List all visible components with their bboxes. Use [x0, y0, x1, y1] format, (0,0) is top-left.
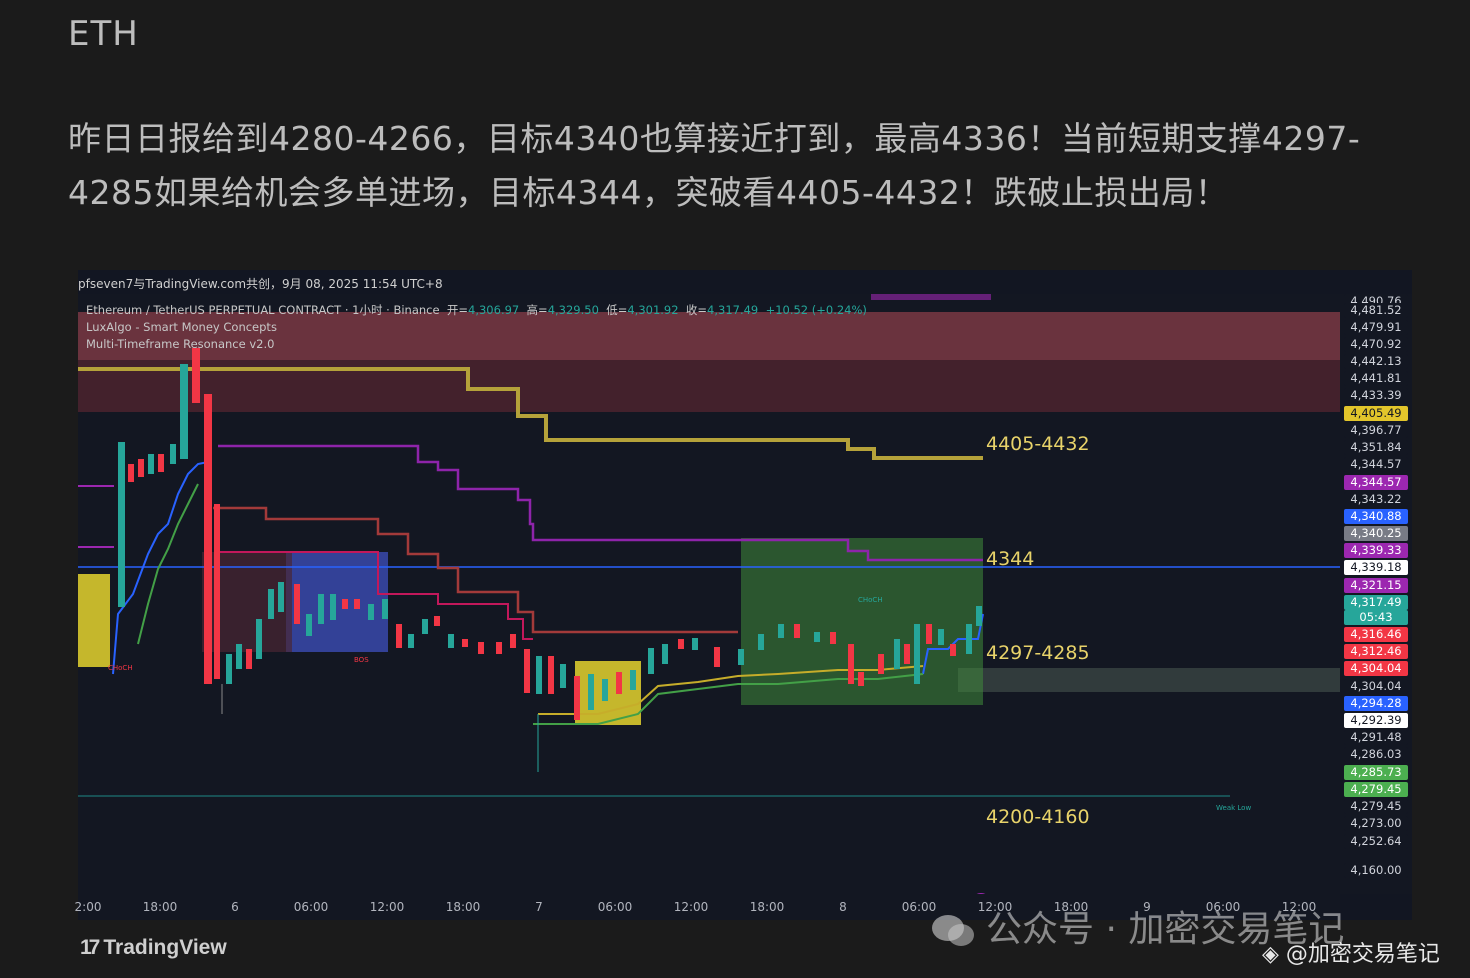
time-label: 18:00	[445, 900, 481, 914]
time-label: 12:00	[369, 900, 405, 914]
price-label: 4,396.77	[1344, 423, 1408, 438]
price-label: 4,405.49	[1344, 406, 1408, 421]
price-label: 4,442.13	[1344, 354, 1408, 369]
tradingview-logo-icon: 17	[80, 936, 100, 959]
price-label: 4,321.15	[1344, 578, 1408, 593]
annotation-lower: 4200-4160	[986, 806, 1090, 828]
time-label: 18:00	[749, 900, 785, 914]
time-label: 12:00	[673, 900, 709, 914]
legend-close: 4,317.49	[707, 303, 759, 317]
price-label: 4,291.48	[1344, 730, 1408, 745]
price-label: 4,344.57	[1344, 475, 1408, 490]
time-label: 06:00	[597, 900, 633, 914]
price-label: 4,433.39	[1344, 388, 1408, 403]
chart-plot-area[interactable]: Ethereum / TetherUS PERPETUAL CONTRACT ·…	[78, 294, 1340, 894]
price-label: 4,340.88	[1344, 509, 1408, 524]
article-body: 昨日日报给到4280-4266，目标4340也算接近打到，最高4336！当前短期…	[68, 119, 1361, 212]
price-label: 4,252.64	[1344, 834, 1408, 849]
wechat-icon	[932, 915, 974, 946]
legend-indicator-smc[interactable]: LuxAlgo - Smart Money Concepts	[86, 319, 867, 336]
price-label: 4,279.45	[1344, 799, 1408, 814]
legend-change: +10.52 (+0.24%)	[765, 303, 867, 317]
price-label: 4,479.91	[1344, 320, 1408, 335]
price-label: 4,470.92	[1344, 337, 1408, 352]
label-choch-left: CHoCH	[108, 664, 133, 672]
annotation-resistance: 4405-4432	[986, 433, 1090, 455]
price-label: 4,279.45	[1344, 782, 1408, 797]
time-label: 6	[231, 900, 239, 914]
price-label: 4,481.52	[1344, 303, 1408, 318]
time-label: 18:00	[142, 900, 178, 914]
time-label: 7	[535, 900, 543, 914]
annotation-support: 4297-4285	[986, 642, 1090, 664]
price-label: 4,294.28	[1344, 696, 1408, 711]
price-label: 4,285.73	[1344, 765, 1408, 780]
time-label: 8	[839, 900, 847, 914]
legend-high: 4,329.50	[547, 303, 599, 317]
legend-low-label: 低=	[606, 303, 628, 317]
label-choch-right: CHoCH	[858, 596, 883, 604]
tradingview-logo: 17 TradingView	[80, 936, 227, 960]
price-label: 4,160.00	[1344, 863, 1408, 878]
time-label: 06:00	[293, 900, 329, 914]
price-scale[interactable]: 4,490.76 4,481.52 4,479.91 4,470.92 4,442.13…	[1340, 294, 1412, 894]
price-label: 4,441.81	[1344, 371, 1408, 386]
price-label: 4,316.46	[1344, 627, 1408, 642]
price-label: 4,339.18	[1344, 560, 1408, 575]
chart-legend: Ethereum / TetherUS PERPETUAL CONTRACT ·…	[86, 302, 867, 353]
footer-credit-text: @加密交易笔记	[1285, 942, 1440, 967]
tradingview-logo-text: TradingView	[103, 936, 227, 959]
article-title: ETH	[68, 14, 139, 54]
price-label: 4,340.25	[1344, 526, 1408, 541]
price-label: 4,317.49	[1344, 595, 1408, 610]
price-label: 4,344.57	[1344, 457, 1408, 472]
price-label: 4,339.33	[1344, 543, 1408, 558]
price-label: 4,351.84	[1344, 440, 1408, 455]
price-label: 4,304.04	[1344, 679, 1408, 694]
price-label: 4,273.00	[1344, 816, 1408, 831]
annotation-target: 4344	[986, 548, 1035, 570]
binance-icon: ◈	[1262, 942, 1279, 967]
time-label: 2:00	[74, 900, 102, 914]
footer-credit: ◈ @加密交易笔记	[1262, 936, 1440, 968]
legend-open-label: 开=	[446, 303, 469, 317]
price-label: 4,343.22	[1344, 492, 1408, 507]
chart-attribution: pfseven7与TradingView.com共创，9月 08, 2025 1…	[78, 277, 443, 291]
price-label: 4,286.03	[1344, 747, 1408, 762]
price-label: 4,312.46	[1344, 644, 1408, 659]
chart-canvas	[78, 294, 1340, 797]
legend-open: 4,306.97	[468, 303, 520, 317]
price-label: 4,304.04	[1344, 661, 1408, 676]
legend-high-label: 高=	[526, 303, 548, 317]
chart-screenshot: pfseven7与TradingView.com共创，9月 08, 2025 1…	[74, 270, 1412, 920]
label-weak-low: Weak Low	[1216, 804, 1252, 812]
label-bos: BOS	[354, 656, 369, 664]
legend-close-label: 收=	[685, 303, 708, 317]
legend-low: 4,301.92	[627, 303, 679, 317]
legend-symbol: Ethereum / TetherUS PERPETUAL CONTRACT ·…	[86, 303, 440, 317]
price-label: 4,292.39	[1344, 713, 1408, 728]
price-label: 05:43	[1344, 610, 1408, 625]
legend-indicator-mtf[interactable]: Multi-Timeframe Resonance v2.0	[86, 336, 867, 353]
